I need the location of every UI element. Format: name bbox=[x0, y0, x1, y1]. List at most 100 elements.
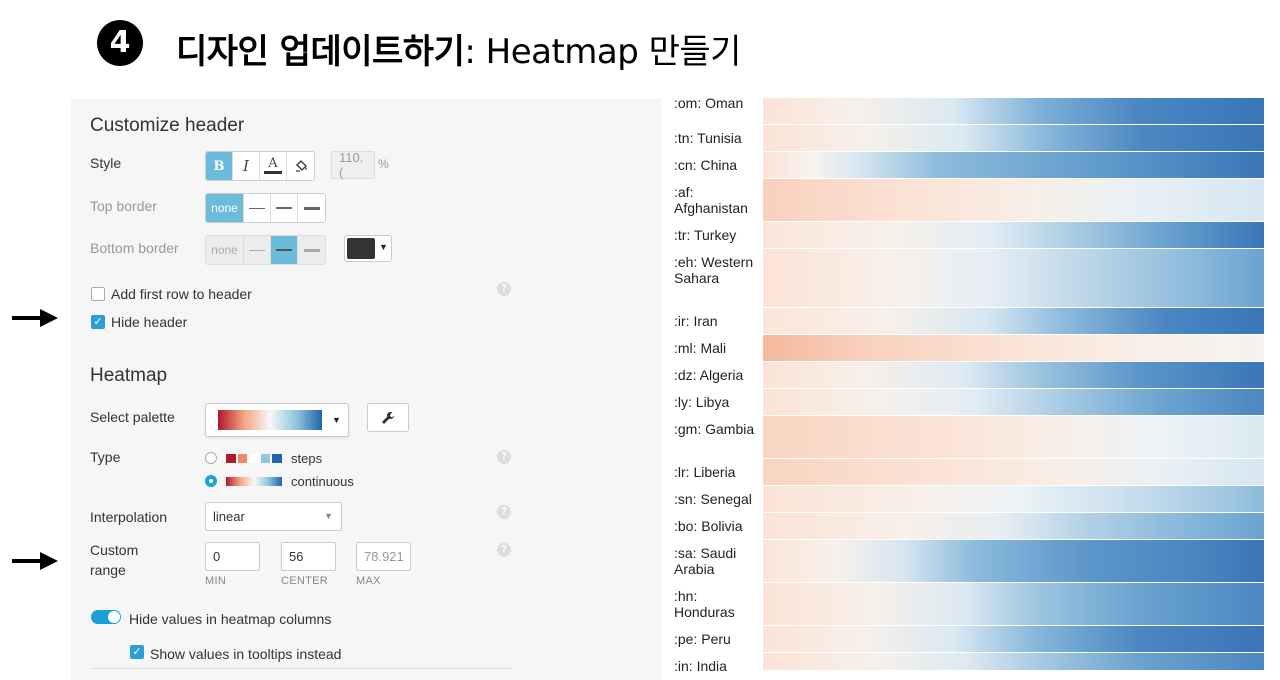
top-border-button-group: none bbox=[205, 193, 326, 223]
heatmap-cell bbox=[763, 540, 1264, 582]
top-border-thin-button[interactable] bbox=[244, 194, 271, 222]
heatmap-cell bbox=[763, 179, 1264, 221]
row-label: :dz: Algeria bbox=[674, 367, 744, 383]
continuous-palette-preview bbox=[226, 477, 282, 486]
row-label: :ml: Mali bbox=[674, 340, 727, 356]
type-steps-label: steps bbox=[291, 451, 323, 466]
row-label: :om: Oman bbox=[674, 95, 744, 111]
wrench-icon bbox=[382, 411, 395, 424]
table-row: :ml: Mali bbox=[668, 335, 1264, 362]
top-border-thick-button[interactable] bbox=[298, 194, 325, 222]
fill-color-button[interactable] bbox=[287, 152, 314, 180]
custom-range-label-line1: Custom bbox=[90, 542, 139, 558]
top-border-medium-button[interactable] bbox=[271, 194, 298, 222]
divider bbox=[90, 668, 512, 669]
type-continuous-radio[interactable] bbox=[205, 475, 217, 487]
show-tooltips-checkbox[interactable]: ✓ bbox=[130, 645, 144, 659]
range-min-sublabel: MIN bbox=[205, 575, 227, 587]
heatmap-cell bbox=[763, 513, 1264, 539]
heatmap-cell bbox=[763, 335, 1264, 361]
range-center-sublabel: CENTER bbox=[281, 575, 329, 587]
row-label: :ir: Iran bbox=[674, 313, 718, 329]
palette-settings-button[interactable] bbox=[367, 403, 409, 432]
settings-panel: Customize header Style B I A 110.( % Top… bbox=[71, 98, 661, 680]
interpolation-value: linear bbox=[213, 509, 245, 524]
heatmap-cell bbox=[763, 416, 1264, 458]
help-icon[interactable]: ? bbox=[497, 282, 511, 296]
palette-select[interactable]: ▼ bbox=[205, 403, 349, 437]
row-label: :bo: Bolivia bbox=[674, 518, 743, 534]
row-label: :pe: Peru bbox=[674, 631, 731, 647]
table-row: :ly: Libya bbox=[668, 389, 1264, 416]
table-row: :tn: Tunisia bbox=[668, 125, 1264, 152]
heatmap-cell bbox=[763, 486, 1264, 512]
help-icon[interactable]: ? bbox=[497, 505, 511, 519]
type-steps-radio[interactable] bbox=[205, 452, 217, 464]
arrow-right-icon bbox=[12, 309, 58, 327]
row-label: :af: Afghanistan bbox=[674, 184, 748, 216]
row-label: :lr: Liberia bbox=[674, 464, 736, 480]
interpolation-label: Interpolation bbox=[90, 509, 168, 525]
type-continuous-label: continuous bbox=[291, 474, 354, 489]
range-max-input[interactable]: 78.921 bbox=[356, 542, 411, 571]
row-label: :sn: Senegal bbox=[674, 491, 752, 507]
hide-header-label: Hide header bbox=[111, 314, 188, 330]
table-row: :eh: Western Sahara bbox=[668, 249, 1264, 308]
help-icon[interactable]: ? bbox=[497, 543, 511, 557]
table-row: :ir: Iran bbox=[668, 308, 1264, 335]
heatmap-cell bbox=[763, 125, 1264, 151]
bottom-border-thin-button[interactable] bbox=[244, 236, 271, 264]
border-color-swatch bbox=[347, 238, 375, 259]
slide-title: 디자인 업데이트하기: Heatmap 만들기 bbox=[176, 24, 741, 73]
header-font-size-input[interactable]: 110.( bbox=[331, 150, 375, 180]
style-label: Style bbox=[90, 155, 122, 171]
range-center-input[interactable]: 56 bbox=[281, 542, 336, 571]
bottom-border-label: Bottom border bbox=[90, 240, 179, 256]
heatmap-cell bbox=[763, 626, 1264, 652]
table-row: :sn: Senegal bbox=[668, 486, 1264, 513]
top-border-none-button[interactable]: none bbox=[206, 194, 244, 222]
row-label: :gm: Gambia bbox=[674, 421, 755, 437]
chevron-down-icon: ▼ bbox=[324, 511, 333, 521]
style-button-group: B I A bbox=[205, 151, 315, 181]
table-row: :sa: Saudi Arabia bbox=[668, 540, 1264, 583]
steps-palette-preview bbox=[226, 454, 282, 463]
heatmap-cell bbox=[763, 222, 1264, 248]
heatmap-cell bbox=[763, 653, 1264, 670]
chevron-down-icon: ▼ bbox=[379, 242, 388, 252]
heatmap-cell bbox=[763, 459, 1264, 485]
table-row: :tr: Turkey bbox=[668, 222, 1264, 249]
row-label: :cn: China bbox=[674, 157, 738, 173]
chevron-down-icon: ▼ bbox=[332, 415, 341, 425]
bottom-border-thick-button[interactable] bbox=[298, 236, 325, 264]
hide-values-label: Hide values in heatmap columns bbox=[129, 611, 332, 627]
row-label: :eh: Western Sahara bbox=[674, 254, 754, 286]
range-min-input[interactable]: 0 bbox=[205, 542, 260, 571]
hide-header-checkbox[interactable]: ✓ bbox=[91, 315, 105, 329]
table-row: :pe: Peru bbox=[668, 626, 1264, 653]
percent-unit: % bbox=[378, 157, 389, 171]
table-row: :cn: China bbox=[668, 152, 1264, 179]
hide-values-toggle[interactable] bbox=[91, 610, 121, 624]
help-icon[interactable]: ? bbox=[497, 450, 511, 464]
bottom-border-none-button[interactable]: none bbox=[206, 236, 244, 264]
heatmap-cell bbox=[763, 362, 1264, 388]
add-first-row-label: Add first row to header bbox=[111, 286, 252, 302]
border-color-picker[interactable]: ▼ bbox=[344, 235, 392, 262]
table-row: :om: Oman bbox=[668, 95, 1264, 125]
table-row: :in: India bbox=[668, 653, 1264, 674]
arrow-right-icon bbox=[12, 552, 58, 570]
range-max-sublabel: MAX bbox=[356, 575, 381, 587]
bottom-border-medium-button[interactable] bbox=[271, 236, 298, 264]
text-color-button[interactable]: A bbox=[260, 152, 287, 180]
add-first-row-checkbox[interactable] bbox=[91, 287, 105, 301]
type-label: Type bbox=[90, 449, 121, 465]
heatmap-cell bbox=[763, 98, 1264, 124]
italic-button[interactable]: I bbox=[233, 152, 260, 180]
palette-preview bbox=[218, 410, 322, 430]
interpolation-select[interactable]: linear ▼ bbox=[205, 502, 342, 531]
table-row: :af: Afghanistan bbox=[668, 179, 1264, 222]
select-palette-label: Select palette bbox=[90, 409, 175, 425]
bold-button[interactable]: B bbox=[206, 152, 233, 180]
table-row: :gm: Gambia bbox=[668, 416, 1264, 459]
